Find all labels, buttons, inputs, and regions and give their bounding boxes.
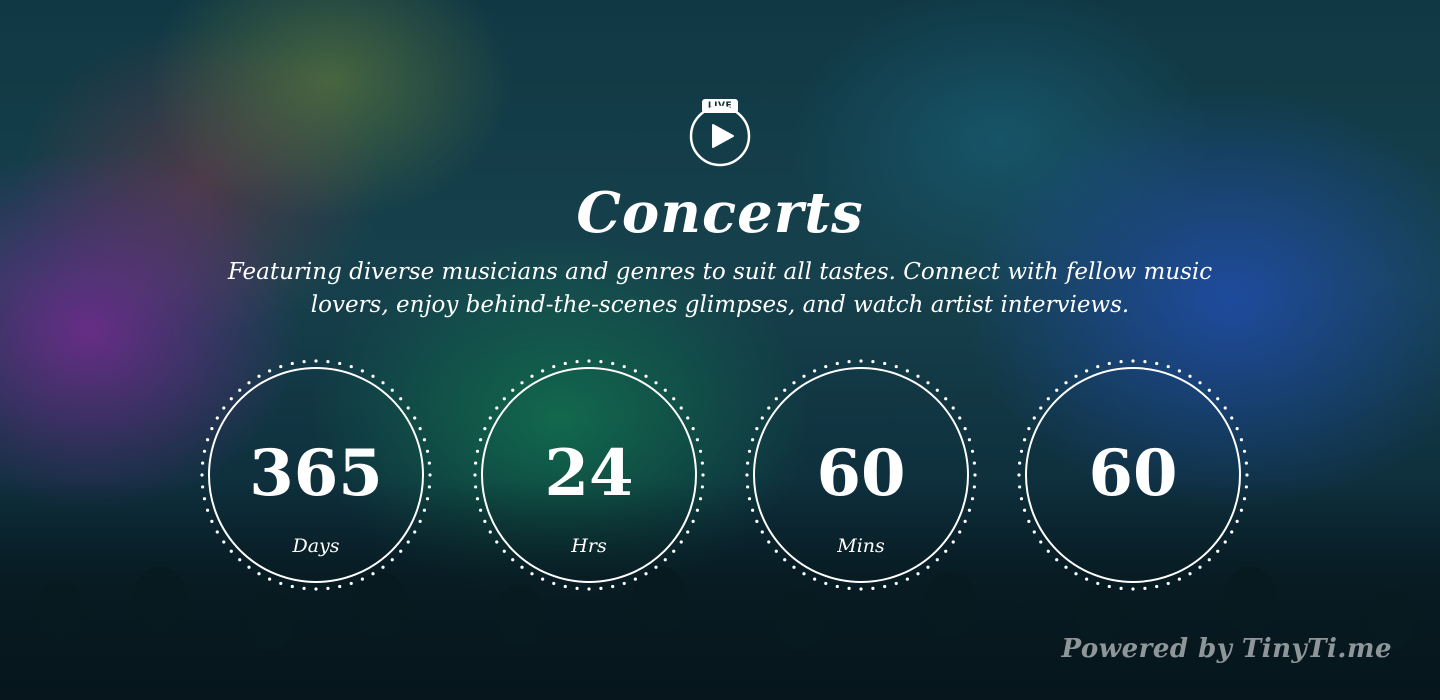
countdown-seconds: 60 [1016, 358, 1250, 592]
countdown-label: Days [292, 535, 340, 557]
countdown-label: Hrs [571, 535, 607, 557]
countdown-label: Mins [837, 535, 885, 557]
live-play-icon[interactable]: LIVE [689, 99, 751, 167]
countdown-minutes: 60 Mins [744, 358, 978, 592]
page-description: Featuring diverse musicians and genres t… [227, 259, 1213, 318]
countdown-value: 60 [1088, 436, 1178, 511]
countdown-hours: 24 Hrs [472, 358, 706, 592]
countdown-value: 365 [249, 436, 383, 511]
countdown-days: 365 Days [199, 358, 433, 592]
countdown-value: 24 [544, 436, 634, 511]
powered-by-link[interactable]: Powered by TinyTi.me [1062, 634, 1393, 664]
countdown-value: 60 [816, 436, 906, 511]
page-title: Concerts [576, 180, 864, 246]
